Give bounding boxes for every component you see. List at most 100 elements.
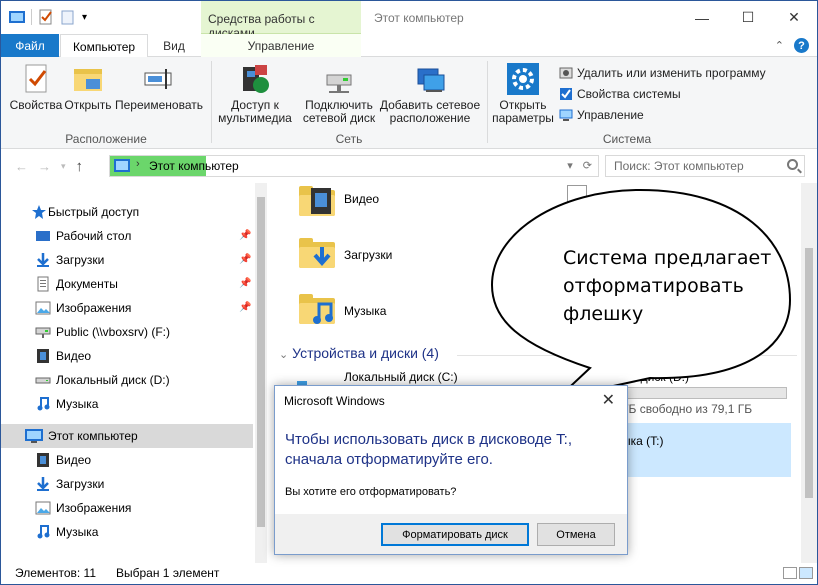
pc-icon[interactable] (9, 11, 25, 23)
media-access-icon (239, 63, 271, 95)
nav-item-music[interactable]: Музыка (1, 392, 253, 416)
dialog-close-icon[interactable]: ✕ (602, 390, 615, 410)
folder-music[interactable] (299, 294, 335, 324)
nav-item-downloads[interactable]: Загрузки 📌 (1, 248, 253, 272)
tab-manage[interactable]: Управление (201, 34, 361, 57)
properties-label: Свойства (9, 98, 63, 112)
nav-label: Этот компьютер (48, 429, 138, 443)
manage-button[interactable]: Управление (559, 105, 644, 125)
nav-label: Быстрый доступ (48, 205, 140, 219)
pin-icon[interactable]: 📌 (239, 302, 251, 313)
nav-pc-downloads[interactable]: Загрузки (1, 472, 253, 496)
recent-dropdown-icon[interactable]: ▾ (61, 161, 66, 172)
separator (31, 9, 32, 25)
drive-d-usage-bar (622, 387, 787, 399)
devices-section-header[interactable]: ⌄ Устройства и диски (4) (279, 345, 439, 361)
folder-downloads[interactable] (299, 238, 335, 268)
search-icon (787, 159, 798, 170)
status-bar: Элементов: 11 Выбран 1 элемент (1, 563, 817, 584)
new-folder-icon[interactable] (60, 9, 76, 25)
collapse-ribbon-icon[interactable]: ⌃ (775, 39, 784, 52)
address-path: Этот компьютер (149, 159, 239, 173)
nav-arrows: ← → ▾ ↑ (15, 158, 83, 175)
tab-view[interactable]: Вид (151, 34, 197, 57)
close-button[interactable]: ✕ (771, 1, 817, 34)
large-icons-view-icon[interactable] (799, 567, 813, 579)
nav-pc-music[interactable]: Музыка (1, 520, 253, 544)
drive-t-selected-row[interactable] (619, 423, 791, 477)
add-network-location-label: Добавить сетевое расположение (379, 98, 481, 125)
open-button[interactable]: Открыть (63, 61, 113, 112)
forward-arrow-icon[interactable]: → (38, 159, 51, 174)
map-network-drive-icon (323, 63, 355, 95)
content-scrollbar-thumb[interactable] (805, 248, 813, 498)
format-disk-button[interactable]: Форматировать диск (381, 523, 529, 546)
nav-this-pc[interactable]: Этот компьютер (1, 424, 253, 448)
cancel-button[interactable]: Отмена (537, 523, 615, 546)
refresh-icon[interactable]: ⟳ (583, 159, 592, 172)
callout-text: Система предлагает отформатировать флешк… (563, 244, 783, 328)
folder-label: Загрузки (344, 248, 393, 262)
maximize-button[interactable]: ☐ (725, 1, 771, 34)
minimize-button[interactable]: — (679, 1, 725, 34)
nav-label: Загрузки (56, 477, 105, 491)
content-scrollbar[interactable] (801, 183, 817, 563)
add-network-location-icon (414, 63, 446, 95)
nav-scrollbar[interactable] (255, 183, 267, 563)
up-arrow-icon[interactable]: ↑ (76, 158, 84, 175)
dialog-question: Вы хотите его отформатировать? (285, 486, 457, 498)
download-arrow-icon (35, 476, 51, 492)
nav-item-local-disk-d[interactable]: Локальный диск (D:) (1, 368, 253, 392)
media-access-button[interactable]: Доступ к мультимедиа (215, 61, 295, 125)
nav-pc-pictures[interactable]: Изображения (1, 496, 253, 520)
add-network-location-button[interactable]: Добавить сетевое расположение (379, 61, 481, 125)
help-icon[interactable]: ? (794, 38, 809, 53)
open-settings-label: Открыть параметры (492, 98, 554, 125)
search-input[interactable]: Поиск: Этот компьютер (605, 155, 805, 177)
partial-label: Д (595, 191, 604, 205)
pin-icon[interactable]: 📌 (239, 254, 251, 265)
document-icon[interactable] (567, 185, 587, 209)
details-view-icon[interactable] (783, 567, 797, 579)
open-label: Открыть (64, 98, 112, 112)
folder-video[interactable] (299, 186, 335, 216)
download-arrow-icon (313, 247, 331, 267)
rename-button[interactable]: Переименовать (113, 61, 205, 112)
drive-t-label: ыка (T:) (622, 434, 664, 448)
open-icon (72, 63, 104, 95)
uninstall-program-button[interactable]: Удалить или изменить программу (559, 63, 766, 83)
nav-quick-access[interactable]: Быстрый доступ (1, 200, 253, 224)
breadcrumb-chevron-icon[interactable]: › (136, 158, 140, 170)
section-label: Устройства и диски (4) (292, 345, 439, 361)
documents-icon (35, 276, 51, 292)
system-properties-button[interactable]: Свойства системы (559, 84, 681, 104)
ribbon-tabs: Файл Компьютер Вид Управление ⌃ ? (1, 34, 817, 58)
nav-pc-video[interactable]: Видео (1, 448, 253, 472)
map-network-drive-button[interactable]: Подключить сетевой диск (299, 61, 379, 125)
nav-label: Видео (56, 453, 92, 467)
tab-file[interactable]: Файл (1, 34, 59, 57)
nav-item-desktop[interactable]: Рабочий стол 📌 (1, 224, 253, 248)
nav-item-documents[interactable]: Документы 📌 (1, 272, 253, 296)
nav-item-pictures[interactable]: Изображения 📌 (1, 296, 253, 320)
address-dropdown-icon[interactable]: ▾ (567, 159, 573, 172)
address-bar[interactable]: › Этот компьютер ▾ ⟳ (109, 155, 599, 177)
nav-label: Документы (56, 277, 118, 291)
pin-icon[interactable]: 📌 (239, 230, 251, 241)
qat-dropdown-icon[interactable]: ▾ (82, 12, 87, 23)
nav-label: Видео (56, 349, 92, 363)
pin-icon[interactable]: 📌 (239, 278, 251, 289)
group-separator (211, 61, 212, 143)
system-properties-icon (559, 87, 573, 101)
nav-item-public[interactable]: Public (\\vboxsrv) (F:) (1, 320, 253, 344)
tab-computer[interactable]: Компьютер (60, 34, 148, 58)
group-separator (487, 61, 488, 143)
properties-button[interactable]: Свойства (9, 61, 63, 112)
open-settings-button[interactable]: Открыть параметры (491, 61, 555, 125)
nav-scrollbar-thumb[interactable] (257, 197, 265, 527)
desktop-icon (35, 229, 51, 245)
media-access-label: Доступ к мультимедиа (218, 98, 292, 125)
nav-item-video[interactable]: Видео (1, 344, 253, 368)
properties-icon[interactable] (38, 9, 54, 25)
back-arrow-icon[interactable]: ← (15, 159, 28, 174)
